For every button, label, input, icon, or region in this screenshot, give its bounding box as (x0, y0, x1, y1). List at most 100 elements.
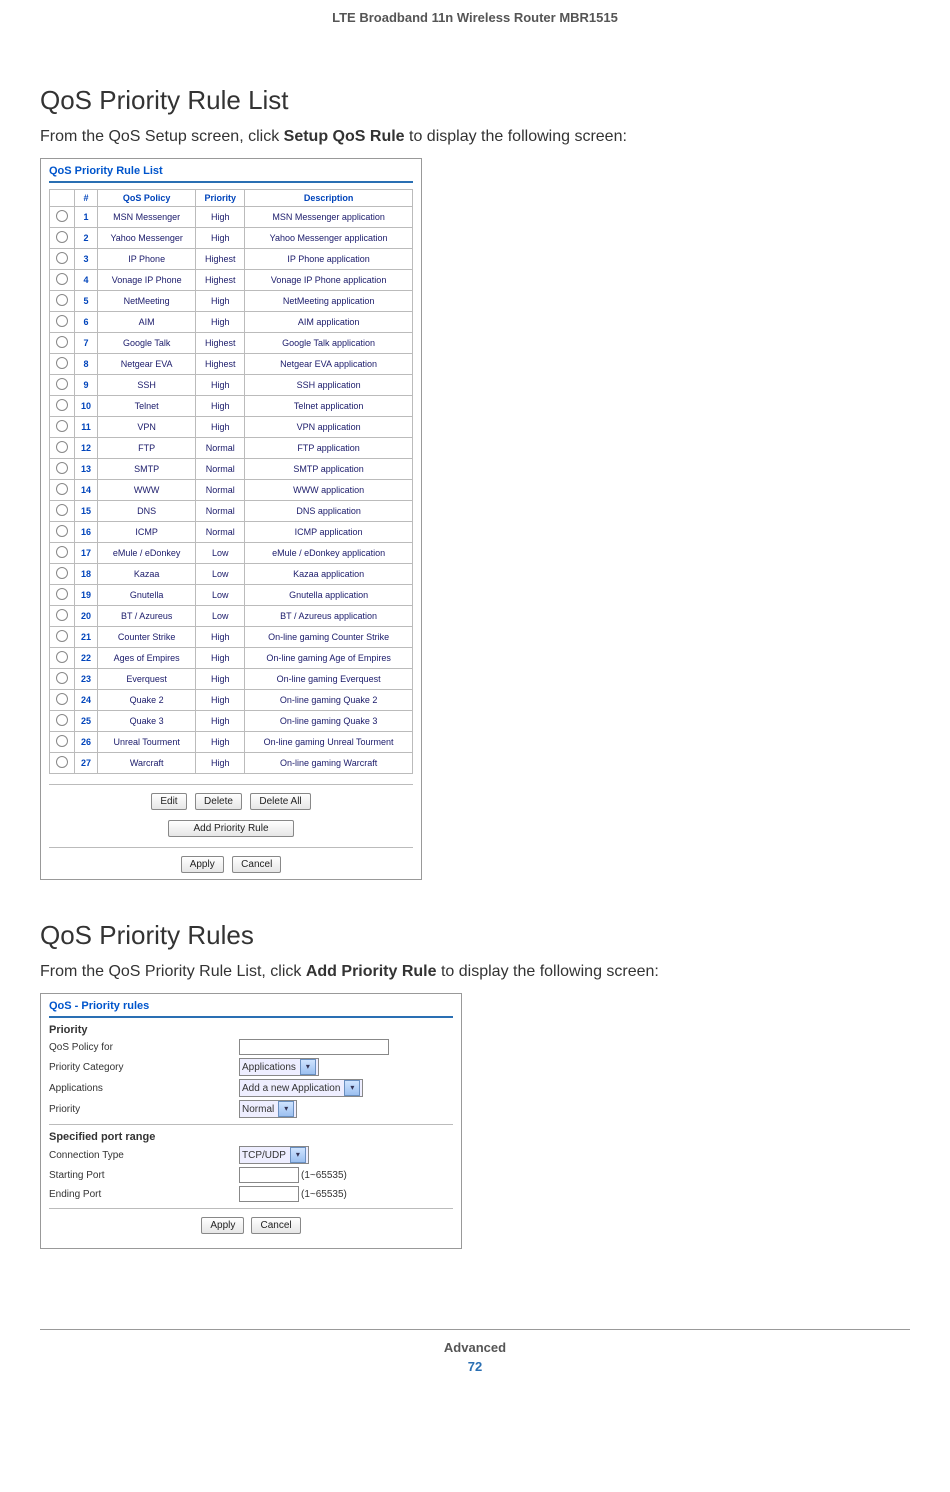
table-row: 10TelnetHighTelnet application (50, 396, 413, 417)
apply-button-2[interactable]: Apply (201, 1217, 244, 1234)
row-radio[interactable] (50, 690, 75, 711)
table-row: 3IP PhoneHighestIP Phone application (50, 249, 413, 270)
row-radio[interactable] (50, 585, 75, 606)
row-radio[interactable] (50, 753, 75, 774)
row-radio[interactable] (50, 711, 75, 732)
row-radio[interactable] (50, 732, 75, 753)
start-port-input[interactable] (239, 1167, 299, 1183)
row-radio[interactable] (50, 396, 75, 417)
row-policy: MSN Messenger (98, 207, 196, 228)
s2-intro-bold: Add Priority Rule (306, 963, 437, 980)
row-policy: Telnet (98, 396, 196, 417)
conn-type-select[interactable]: TCP/UDP▾ (239, 1146, 309, 1164)
row-policy: Gnutella (98, 585, 196, 606)
table-row: 5NetMeetingHighNetMeeting application (50, 291, 413, 312)
row-index: 10 (75, 396, 98, 417)
row-radio[interactable] (50, 501, 75, 522)
buttons-row1: Edit Delete Delete All (41, 789, 421, 816)
row-priority: Low (196, 564, 245, 585)
applications-select[interactable]: Add a new Application ▾ (239, 1079, 363, 1097)
section2-intro: From the QoS Priority Rule List, click A… (40, 963, 910, 981)
table-row: 20BT / AzureusLowBT / Azureus applicatio… (50, 606, 413, 627)
radio-icon (56, 714, 68, 726)
doc-header: LTE Broadband 11n Wireless Router MBR151… (40, 0, 910, 85)
row-radio[interactable] (50, 417, 75, 438)
row-policy: Vonage IP Phone (98, 270, 196, 291)
row-policy: Everquest (98, 669, 196, 690)
radio-icon (56, 609, 68, 621)
cancel-button-2[interactable]: Cancel (251, 1217, 300, 1234)
row-index: 9 (75, 375, 98, 396)
row-radio[interactable] (50, 333, 75, 354)
row-description: eMule / eDonkey application (245, 543, 413, 564)
row-radio[interactable] (50, 564, 75, 585)
label-end-port: Ending Port (49, 1189, 239, 1200)
row-priority: High (196, 207, 245, 228)
edit-button[interactable]: Edit (151, 793, 186, 810)
row-description: Telnet application (245, 396, 413, 417)
delete-all-button[interactable]: Delete All (250, 793, 310, 810)
row-policy: eMule / eDonkey (98, 543, 196, 564)
col-policy: QoS Policy (98, 190, 196, 207)
radio-icon (56, 546, 68, 558)
row-radio[interactable] (50, 669, 75, 690)
row-radio[interactable] (50, 291, 75, 312)
table-row: 27WarcraftHighOn-line gaming Warcraft (50, 753, 413, 774)
row-priority: Normal (196, 438, 245, 459)
row-priority: High (196, 732, 245, 753)
add-priority-rule-button[interactable]: Add Priority Rule (168, 820, 293, 837)
row-description: Yahoo Messenger application (245, 228, 413, 249)
row-radio[interactable] (50, 270, 75, 291)
row-priority: Low (196, 606, 245, 627)
s1-intro-pre: From the QoS Setup screen, click (40, 128, 284, 145)
end-port-input[interactable] (239, 1186, 299, 1202)
row-radio[interactable] (50, 207, 75, 228)
row-policy: Netgear EVA (98, 354, 196, 375)
row-policy: Warcraft (98, 753, 196, 774)
chevron-down-icon: ▾ (344, 1080, 360, 1096)
table-row: 22Ages of EmpiresHighOn-line gaming Age … (50, 648, 413, 669)
panel2-divider (49, 1016, 453, 1018)
radio-icon (56, 378, 68, 390)
table-row: 25Quake 3HighOn-line gaming Quake 3 (50, 711, 413, 732)
row-radio[interactable] (50, 249, 75, 270)
row-priority: High (196, 396, 245, 417)
row-radio[interactable] (50, 522, 75, 543)
priority-select[interactable]: Normal▾ (239, 1100, 297, 1118)
row-priority: High (196, 228, 245, 249)
row-description: Gnutella application (245, 585, 413, 606)
row-radio[interactable] (50, 648, 75, 669)
cancel-button-1[interactable]: Cancel (232, 856, 281, 873)
applications-value: Add a new Application (242, 1083, 340, 1094)
row-radio[interactable] (50, 627, 75, 648)
row-priority: High (196, 753, 245, 774)
row-radio[interactable] (50, 459, 75, 480)
row-description: ICMP application (245, 522, 413, 543)
row-index: 4 (75, 270, 98, 291)
row-radio[interactable] (50, 354, 75, 375)
policy-for-input[interactable] (239, 1039, 389, 1055)
radio-icon (56, 525, 68, 537)
row-radio[interactable] (50, 438, 75, 459)
apply-button-1[interactable]: Apply (181, 856, 224, 873)
row-policy: WWW (98, 480, 196, 501)
row-radio[interactable] (50, 543, 75, 564)
row-policy: Counter Strike (98, 627, 196, 648)
row-description: On-line gaming Everquest (245, 669, 413, 690)
radio-icon (56, 231, 68, 243)
row-radio[interactable] (50, 228, 75, 249)
row-description: DNS application (245, 501, 413, 522)
row-index: 23 (75, 669, 98, 690)
row-priority: Low (196, 585, 245, 606)
row-radio[interactable] (50, 312, 75, 333)
row-radio[interactable] (50, 480, 75, 501)
radio-icon (56, 630, 68, 642)
category-select[interactable]: Applications▾ (239, 1058, 319, 1076)
doc-footer: Advanced 72 (40, 1329, 910, 1404)
row-radio[interactable] (50, 606, 75, 627)
delete-button[interactable]: Delete (195, 793, 242, 810)
chevron-down-icon: ▾ (278, 1101, 294, 1117)
row-priority: High (196, 312, 245, 333)
panel1-sep1 (49, 784, 413, 785)
row-radio[interactable] (50, 375, 75, 396)
